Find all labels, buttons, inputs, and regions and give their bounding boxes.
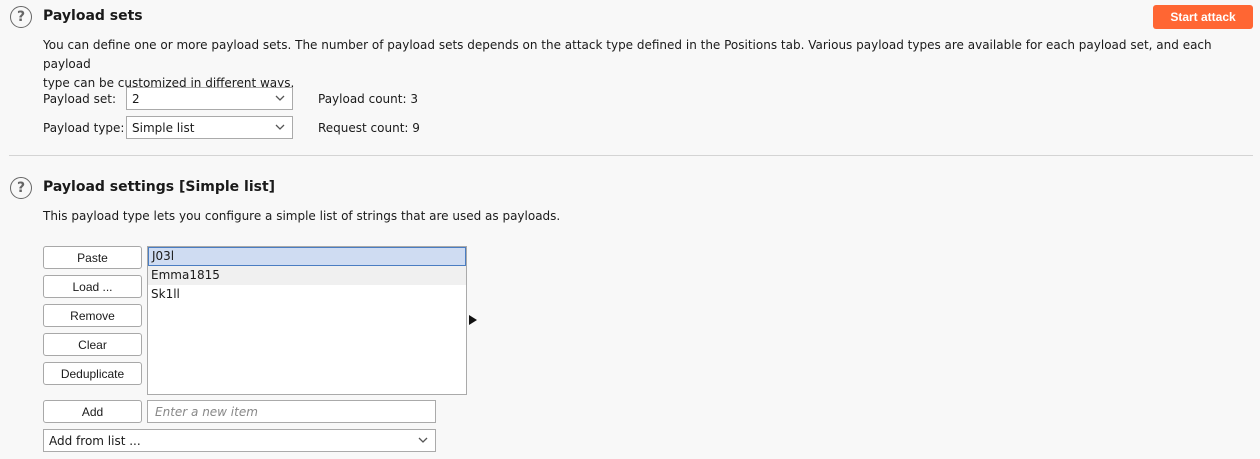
chevron-down-icon <box>274 92 286 104</box>
payload-sets-title: Payload sets <box>43 8 143 24</box>
add-button[interactable]: Add <box>43 400 142 423</box>
payload-settings-title: Payload settings [Simple list] <box>43 179 276 195</box>
payload-sets-description: You can define one or more payload sets.… <box>43 36 1243 93</box>
payload-count-value: 3 <box>410 92 418 106</box>
payload-list[interactable]: J03l Emma1815 Sk1ll <box>147 246 467 395</box>
description-line-1: You can define one or more payload sets.… <box>43 38 1212 71</box>
deduplicate-button[interactable]: Deduplicate <box>43 362 142 385</box>
start-attack-button[interactable]: Start attack <box>1153 5 1253 29</box>
payload-type-label: Payload type: <box>43 121 125 135</box>
payload-set-select[interactable]: 2 <box>126 87 293 110</box>
load-button[interactable]: Load ... <box>43 275 142 298</box>
list-item[interactable]: Sk1ll <box>148 285 466 304</box>
chevron-down-icon <box>417 434 429 446</box>
payload-settings-description: This payload type lets you configure a s… <box>43 209 561 223</box>
payload-count-label: Payload count: 3 <box>318 92 418 106</box>
list-item[interactable]: Emma1815 <box>148 266 466 285</box>
chevron-down-icon <box>274 121 286 133</box>
add-from-list-value: Add from list ... <box>49 433 141 448</box>
request-count-value: 9 <box>412 121 420 135</box>
paste-button[interactable]: Paste <box>43 246 142 269</box>
payload-set-label: Payload set: <box>43 92 116 106</box>
payload-count-text: Payload count: <box>318 92 407 106</box>
request-count-label: Request count: 9 <box>318 121 420 135</box>
caret-right-icon[interactable] <box>469 315 477 325</box>
remove-button[interactable]: Remove <box>43 304 142 327</box>
help-icon[interactable]: ? <box>10 6 32 28</box>
payload-type-select[interactable]: Simple list <box>126 116 293 139</box>
payload-type-value: Simple list <box>132 120 195 135</box>
help-icon[interactable]: ? <box>10 177 32 199</box>
request-count-text: Request count: <box>318 121 409 135</box>
list-item[interactable]: J03l <box>148 247 466 266</box>
payload-set-value: 2 <box>132 91 140 106</box>
section-divider <box>9 155 1253 156</box>
add-from-list-select[interactable]: Add from list ... <box>43 429 436 452</box>
new-item-input[interactable] <box>147 400 436 423</box>
clear-button[interactable]: Clear <box>43 333 142 356</box>
